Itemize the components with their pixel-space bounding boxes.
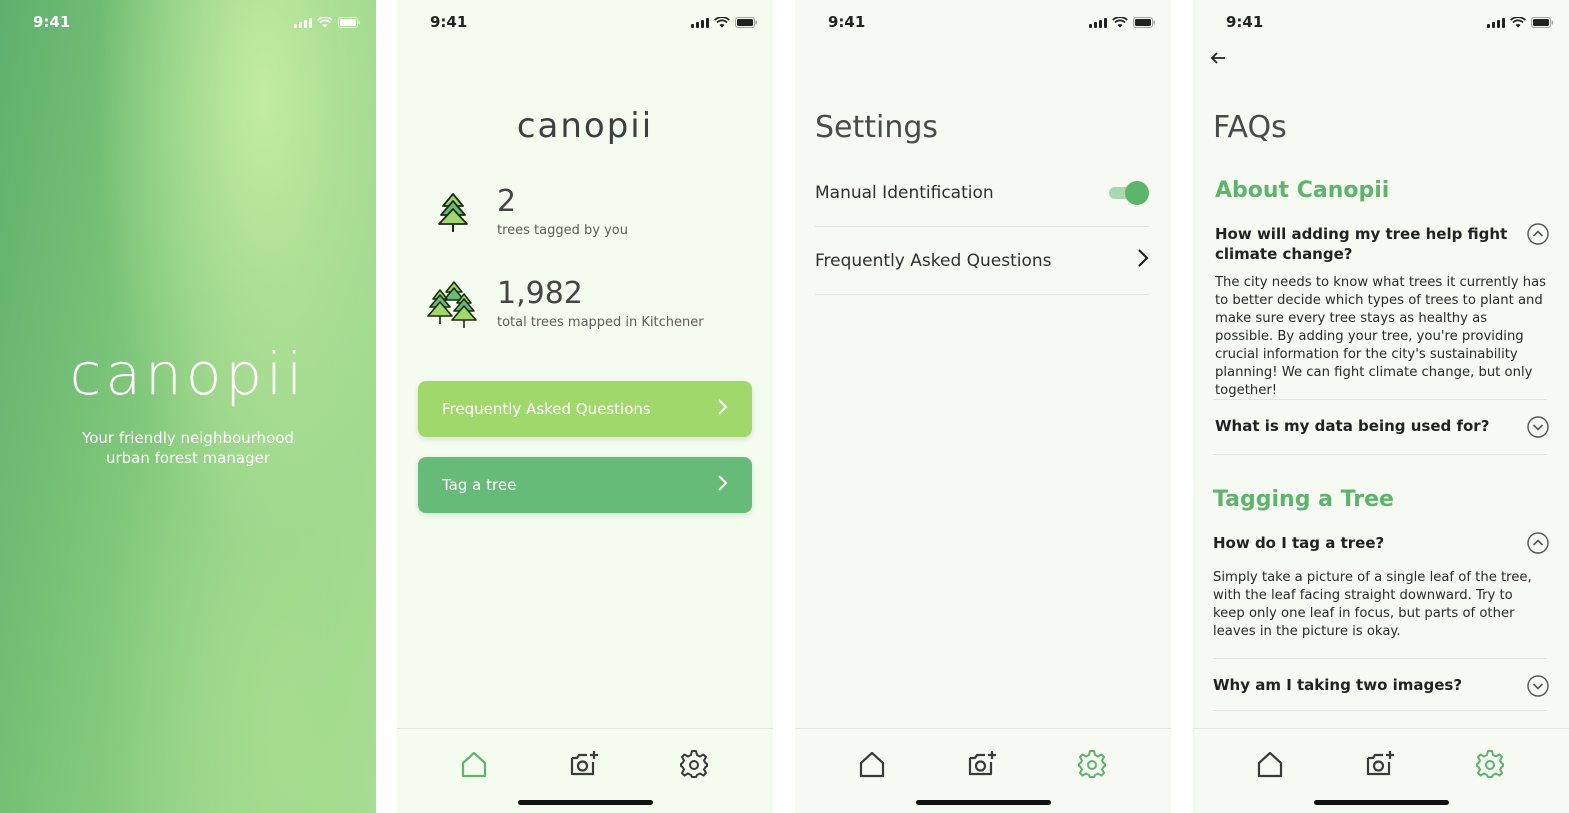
tab-settings[interactable] [1473,747,1507,781]
divider [1213,399,1547,400]
tab-camera[interactable] [567,747,601,781]
faq-button[interactable]: Frequently Asked Questions [418,381,752,437]
camera-add-icon [968,751,996,776]
divider [1213,658,1547,659]
forest-icon [427,280,481,334]
tab-home[interactable] [1253,747,1287,781]
back-arrow-icon[interactable] [1209,50,1229,66]
setting-faq[interactable]: Frequently Asked Questions [815,227,1149,295]
setting-label: Manual Identification [815,182,994,203]
wifi-icon [714,17,730,28]
stat-mapped-label: total trees mapped in Kitchener [497,315,704,330]
gear-icon [680,750,708,778]
tab-camera[interactable] [1363,747,1397,781]
tree-icon [437,192,469,238]
wifi-icon [317,17,333,28]
tab-bar [397,728,773,813]
home-indicator [916,800,1051,805]
chevron-right-icon [716,474,728,496]
battery-icon [1133,17,1155,28]
faq-question[interactable]: Why am I taking two images? [1213,675,1525,695]
status-bar: 9:41 [795,12,1171,34]
chevron-up-icon[interactable] [1527,532,1549,554]
battery-icon [338,17,360,28]
tab-home[interactable] [457,747,491,781]
chevron-right-icon [1137,248,1149,273]
battery-icon [735,17,757,28]
settings-screen: 9:41 Settings Manual Identification Freq… [795,0,1171,813]
gear-icon [1078,750,1106,778]
tagline-line-2: urban forest manager [105,449,271,467]
app-logo: canopii [516,106,654,146]
home-indicator [1314,800,1449,805]
tag-tree-button-label: Tag a tree [442,476,517,494]
stat-tagged-label: trees tagged by you [497,223,628,238]
tab-settings[interactable] [677,747,711,781]
gear-icon [1476,750,1504,778]
home-icon [1257,751,1283,778]
status-bar: 9:41 [1193,12,1569,34]
chevron-up-icon[interactable] [1527,223,1549,245]
setting-label: Frequently Asked Questions [815,250,1052,271]
stat-tagged: 2 trees tagged by you [497,184,628,238]
chevron-right-icon [716,398,728,420]
faq-screen: 9:41 FAQs About Canopii How will adding … [1193,0,1569,813]
tab-home[interactable] [855,747,889,781]
tab-settings[interactable] [1075,747,1109,781]
camera-add-icon [570,751,598,776]
status-time: 9:41 [1226,13,1264,31]
divider [1213,710,1547,711]
tab-bar [1193,728,1569,813]
faq-question[interactable]: How do I tag a tree? [1213,533,1525,553]
home-indicator [518,800,653,805]
tagline-line-1: Your friendly neighbourhood [82,429,294,447]
stat-mapped: 1,982 total trees mapped in Kitchener [497,276,704,330]
signal-icon [1487,17,1505,28]
app-logo: canopii [69,340,307,408]
faq-question[interactable]: How will adding my tree help fight clima… [1215,224,1527,264]
chevron-down-icon[interactable] [1527,416,1549,438]
stat-mapped-value: 1,982 [497,276,583,311]
stat-tagged-value: 2 [497,184,517,219]
wifi-icon [1112,17,1128,28]
faq-answer: Simply take a picture of a single leaf o… [1213,570,1532,639]
splash-screen: 9:41 canopii Your friendly neighbourhood… [0,0,376,813]
status-time: 9:41 [828,13,866,31]
faq-answer: The city needs to know what trees it cur… [1215,275,1547,398]
signal-icon [691,17,709,28]
status-time: 9:41 [33,13,71,31]
home-screen: 9:41 canopii 2 trees tagged by you 1,982… [397,0,773,813]
faq-section-title: About Canopii [1215,178,1390,203]
signal-icon [1089,17,1107,28]
status-bar: 9:41 [397,12,773,34]
home-icon [461,751,487,778]
divider [1213,454,1547,455]
status-bar: 9:41 [0,12,376,34]
chevron-down-icon[interactable] [1527,675,1549,697]
page-title: Settings [815,110,939,145]
page-title: FAQs [1213,110,1287,145]
signal-icon [294,17,312,28]
manual-identification-toggle[interactable] [1109,180,1149,205]
tab-bar [795,728,1171,813]
wifi-icon [1510,17,1526,28]
tagline: Your friendly neighbourhood urban forest… [40,428,336,468]
faq-question[interactable]: What is my data being used for? [1215,416,1527,436]
setting-manual-identification: Manual Identification [815,159,1149,227]
status-time: 9:41 [430,13,468,31]
battery-icon [1531,17,1553,28]
tag-tree-button[interactable]: Tag a tree [418,457,752,513]
home-icon [859,751,885,778]
tab-camera[interactable] [965,747,999,781]
faq-button-label: Frequently Asked Questions [442,400,651,418]
camera-add-icon [1366,751,1394,776]
faq-section-title: Tagging a Tree [1213,487,1394,512]
